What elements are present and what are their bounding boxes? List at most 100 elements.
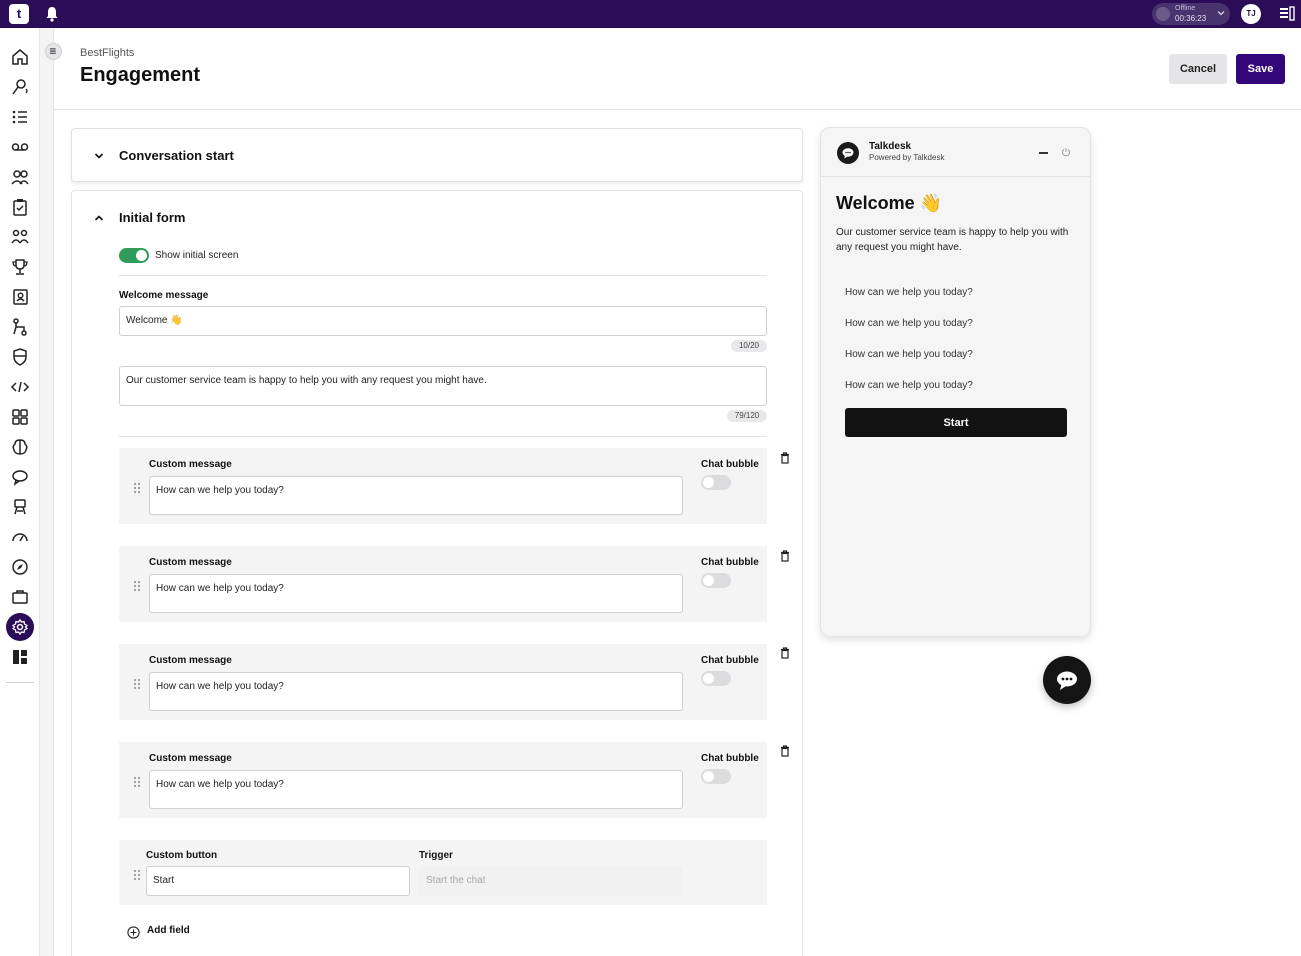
chat-bubble-icon	[842, 148, 854, 159]
chat-widget-preview: Talkdesk Powered by Talkdesk Welcome 👋 O…	[820, 127, 1091, 637]
settings-icon[interactable]	[10, 617, 30, 637]
chat-launcher-button[interactable]	[1043, 656, 1091, 704]
custom-button-block: Custom button Start Trigger Start the ch…	[119, 840, 767, 905]
talkdesk-chat-logo	[837, 142, 859, 164]
custom-message-label: Custom message	[149, 753, 232, 764]
drag-handle-icon[interactable]	[133, 482, 141, 494]
left-navigation	[0, 28, 40, 956]
robot-icon[interactable]	[10, 497, 30, 517]
apps-icon[interactable]	[10, 407, 30, 427]
widget-welcome-body: Our customer service team is happy to he…	[836, 227, 1069, 253]
toggle-knob	[136, 250, 147, 261]
welcome-body-textarea[interactable]: Our customer service team is happy to he…	[119, 366, 767, 406]
trash-icon[interactable]	[780, 647, 790, 659]
power-icon[interactable]	[1061, 147, 1071, 157]
voice-icon[interactable]	[10, 77, 30, 97]
chat-bubble-label: Chat bubble	[701, 557, 759, 568]
welcome-message-label: Welcome message	[119, 290, 209, 301]
trigger-select[interactable]: Start the chat	[419, 866, 683, 896]
shield-icon[interactable]	[10, 347, 30, 367]
custom-button-input[interactable]: Start	[146, 866, 410, 896]
widget-question[interactable]: How can we help you today?	[845, 287, 973, 298]
status-timer: 00:36:23	[1175, 14, 1207, 23]
custom-message-input[interactable]: How can we help you today?	[149, 770, 683, 809]
chat-icon[interactable]	[10, 467, 30, 487]
trigger-label: Trigger	[419, 850, 453, 861]
flow-icon[interactable]	[10, 317, 30, 337]
briefcase-icon[interactable]	[10, 587, 30, 607]
toggle-knob	[703, 673, 714, 684]
section-title: Conversation start	[119, 148, 234, 163]
chat-bubble-toggle[interactable]	[701, 769, 731, 784]
widget-brand-name: Talkdesk	[869, 141, 912, 152]
add-field-label: Add field	[147, 925, 190, 936]
layout-icon[interactable]	[10, 647, 30, 667]
character-counter: 10/20	[731, 340, 767, 352]
drag-handle-icon[interactable]	[133, 869, 141, 881]
chat-bubble-toggle[interactable]	[701, 671, 731, 686]
widget-question[interactable]: How can we help you today?	[845, 380, 973, 391]
chevron-down-icon	[1217, 11, 1225, 16]
custom-message-block: Custom message How can we help you today…	[119, 546, 767, 622]
code-icon[interactable]	[10, 377, 30, 397]
trash-icon[interactable]	[780, 550, 790, 562]
toggle-knob	[703, 575, 714, 586]
talkdesk-logo[interactable]: t	[9, 4, 29, 24]
widget-start-button[interactable]: Start	[845, 408, 1067, 437]
voicemail-icon[interactable]	[10, 137, 30, 157]
bell-icon[interactable]	[44, 5, 60, 23]
drag-handle-icon[interactable]	[133, 776, 141, 788]
custom-message-input[interactable]: How can we help you today?	[149, 672, 683, 711]
page-title: Engagement	[80, 64, 201, 86]
chevron-up-icon[interactable]	[93, 212, 105, 224]
header-divider	[54, 109, 1301, 110]
users-icon[interactable]	[10, 167, 30, 187]
show-initial-screen-toggle[interactable]	[119, 248, 149, 263]
trash-icon[interactable]	[780, 452, 790, 464]
cancel-button[interactable]: Cancel	[1169, 54, 1227, 84]
divider	[119, 275, 767, 276]
widget-question[interactable]: How can we help you today?	[845, 349, 973, 360]
widget-welcome-title: Welcome 👋	[836, 193, 943, 213]
home-icon[interactable]	[10, 47, 30, 67]
widget-question[interactable]: How can we help you today?	[845, 318, 973, 329]
compass-icon[interactable]	[10, 557, 30, 577]
list-icon[interactable]	[10, 107, 30, 127]
side-panel-icon[interactable]	[1279, 6, 1295, 22]
drag-handle-icon[interactable]	[133, 678, 141, 690]
conversation-start-section[interactable]: Conversation start	[71, 128, 803, 182]
secondary-strip	[40, 28, 54, 956]
minimize-icon[interactable]	[1039, 152, 1048, 154]
show-initial-screen-label: Show initial screen	[155, 250, 239, 261]
gauge-icon[interactable]	[10, 527, 30, 547]
breadcrumb[interactable]: BestFlights	[80, 47, 134, 59]
custom-message-input[interactable]: How can we help you today?	[149, 476, 683, 515]
team-icon[interactable]	[10, 227, 30, 247]
toggle-knob	[703, 771, 714, 782]
drag-handle-icon[interactable]	[133, 580, 141, 592]
custom-message-input[interactable]: How can we help you today?	[149, 574, 683, 613]
clipboard-icon[interactable]	[10, 197, 30, 217]
custom-message-label: Custom message	[149, 459, 232, 470]
agent-status-dropdown[interactable]: Offline 00:36:23	[1152, 3, 1230, 25]
save-button[interactable]: Save	[1236, 54, 1285, 84]
chat-bubble-label: Chat bubble	[701, 459, 759, 470]
brain-icon[interactable]	[10, 437, 30, 457]
trash-icon[interactable]	[780, 745, 790, 757]
avatar[interactable]: TJ	[1241, 4, 1261, 24]
widget-header: Talkdesk Powered by Talkdesk	[821, 128, 1090, 177]
chat-bubble-toggle[interactable]	[701, 573, 731, 588]
welcome-message-input[interactable]: Welcome 👋	[119, 306, 767, 336]
chat-bubble-toggle[interactable]	[701, 475, 731, 490]
custom-message-block: Custom message How can we help you today…	[119, 448, 767, 524]
chat-bubble-icon	[1057, 671, 1077, 690]
status-label: Offline	[1175, 5, 1196, 12]
contacts-icon[interactable]	[10, 287, 30, 307]
top-bar: t Offline 00:36:23 TJ	[0, 0, 1301, 28]
toggle-knob	[703, 477, 714, 488]
chevron-down-icon[interactable]	[93, 150, 105, 162]
trophy-icon[interactable]	[10, 257, 30, 277]
character-counter: 79/120	[727, 410, 767, 422]
chat-bubble-label: Chat bubble	[701, 753, 759, 764]
collapse-menu-button[interactable]	[45, 43, 62, 60]
